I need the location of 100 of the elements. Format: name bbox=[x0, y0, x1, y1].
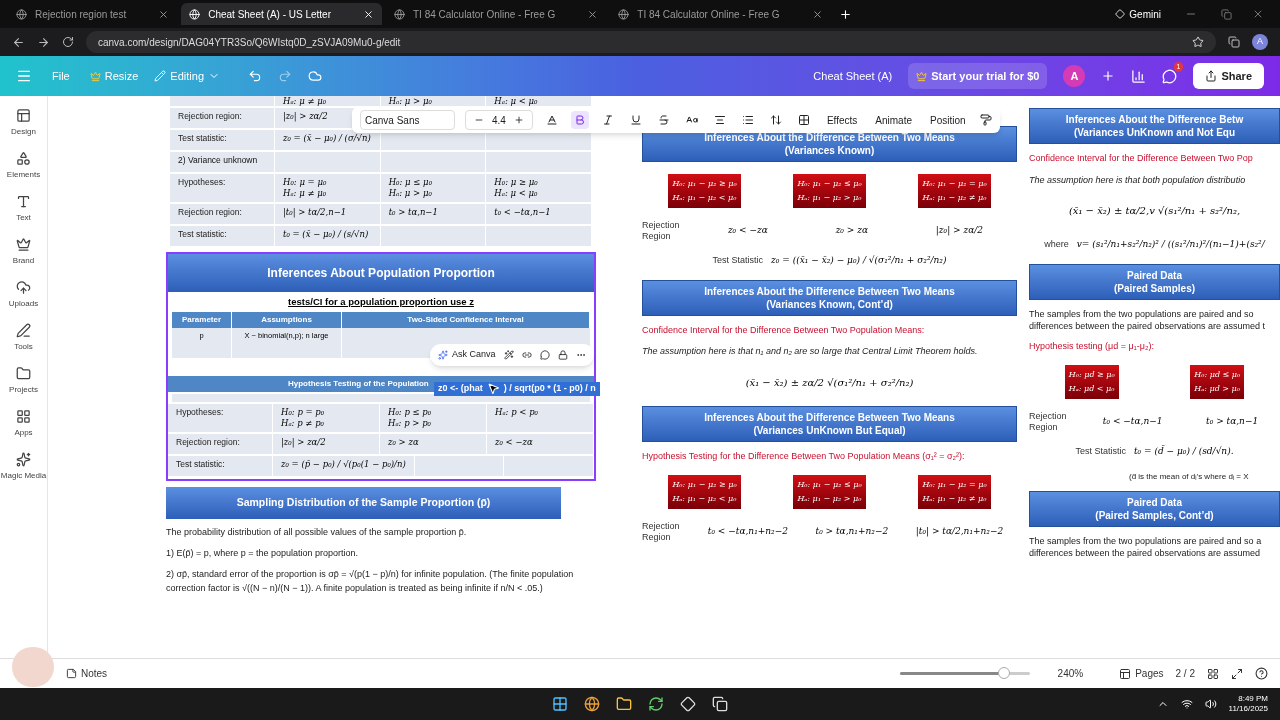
volume-icon[interactable] bbox=[1204, 698, 1217, 710]
lock-icon[interactable] bbox=[557, 350, 568, 360]
table-cell: z₀ > zα bbox=[380, 434, 487, 455]
user-avatar[interactable]: A bbox=[1063, 65, 1086, 87]
selected-text[interactable]: ) / sqrt(p0 * (1 - p0) / n bbox=[499, 382, 600, 396]
row-label: Rejection region: bbox=[168, 434, 273, 455]
body-text: 1) E(p̄) = p, where p = the population proportion. bbox=[166, 547, 360, 560]
rejection-formula: z₀ < −zα bbox=[727, 224, 768, 238]
restore-icon[interactable] bbox=[1221, 8, 1232, 20]
toolbar-action[interactable]: Position bbox=[926, 112, 970, 128]
hypothesis-box: H₀: μd ≤ μ₀ Hₐ: μd > μ₀ bbox=[1190, 365, 1245, 399]
sidebar-item[interactable]: Design bbox=[11, 108, 36, 138]
browser-tab[interactable]: TI 84 Calculator Online - Free G bbox=[386, 3, 607, 25]
sidebar-item[interactable]: Projects bbox=[9, 366, 38, 396]
column-header: Assumptions bbox=[232, 312, 342, 329]
close-icon[interactable] bbox=[587, 8, 599, 20]
sidebar-item[interactable]: Apps bbox=[14, 409, 33, 439]
letter-case-icon bbox=[685, 114, 698, 126]
table-cell: z₀ = (x̄ − μ₀) / (σ/√n) bbox=[275, 130, 381, 150]
hypothesis-box: H₀: μ₁ − μ₂ ≥ μ₀ Hₐ: μ₁ − μ₂ < μ₀ bbox=[668, 475, 741, 509]
app-icon[interactable] bbox=[680, 696, 696, 712]
link-icon[interactable] bbox=[521, 350, 532, 360]
sidebar-item[interactable]: Uploads bbox=[8, 280, 39, 310]
cloud-icon[interactable] bbox=[308, 69, 322, 83]
sidebar-item[interactable]: Elements bbox=[6, 151, 41, 181]
text-icon bbox=[16, 194, 31, 209]
close-icon[interactable] bbox=[158, 8, 170, 20]
ask-canva-button[interactable]: Ask Canva bbox=[438, 348, 496, 362]
undo-icon[interactable] bbox=[248, 69, 262, 83]
text-color-icon bbox=[545, 114, 558, 126]
rejection-label: Rejection Region bbox=[642, 220, 681, 242]
trial-button[interactable]: Start your trial for $0 bbox=[908, 62, 1048, 90]
reload-icon[interactable] bbox=[62, 36, 74, 48]
hypothesis-box: H₀: μ₁ − μ₂ ≤ μ₀ Hₐ: μ₁ − μ₂ > μ₀ bbox=[793, 475, 866, 509]
wand-icon[interactable] bbox=[503, 350, 514, 360]
table-cell: Hₐ: μ < μ₀ bbox=[486, 96, 592, 106]
shapes-icon bbox=[16, 151, 31, 166]
selected-text[interactable]: z0 <- (phat bbox=[434, 382, 487, 396]
address-bar[interactable]: canva.com/design/DAG04YTR3So/Q6WIstq0D_zSVJA09Mu0-g/edit bbox=[86, 31, 1216, 53]
forward-icon[interactable] bbox=[37, 35, 50, 49]
browser-tab[interactable]: Cheat Sheet (A) - US Letter bbox=[181, 3, 382, 25]
taskbar-clock[interactable]: 8:49 PM 11/16/2025 bbox=[1228, 694, 1268, 714]
app-icon[interactable] bbox=[648, 696, 664, 712]
back-icon[interactable] bbox=[12, 35, 25, 49]
section-subtitle: Hypothesis Testing for the Difference Between Two Population Means (σ₁² = σ₂²): bbox=[642, 449, 966, 463]
section-header: Inferences About the Difference Betw (Variances UnKnown and Not Equ bbox=[1029, 108, 1280, 144]
close-icon[interactable] bbox=[363, 8, 374, 20]
statistic-formula: v= (s₁²/n₁+s₂²/n₂)² / ((s₁²/n₁)²/(n₁−1)+(s₂²/ bbox=[1076, 238, 1265, 251]
grid-icon bbox=[16, 409, 31, 424]
fullscreen-icon[interactable] bbox=[1231, 667, 1243, 680]
table-cell: z₀ < −zα bbox=[487, 434, 594, 455]
zoom-level[interactable]: 240% bbox=[1057, 666, 1084, 681]
align-center-icon bbox=[713, 114, 726, 126]
sidebar-item[interactable]: Tools bbox=[14, 323, 33, 353]
table-cell: Hₐ: μ ≠ μ₀ bbox=[275, 96, 381, 106]
comment-icon[interactable] bbox=[539, 350, 550, 360]
bar-chart-icon[interactable] bbox=[1131, 68, 1147, 84]
folder-icon[interactable] bbox=[616, 696, 632, 712]
tab-favicon-icon bbox=[394, 8, 405, 20]
close-icon[interactable] bbox=[811, 8, 823, 20]
rejection-formula: t₀ < −tα,n₁+n₂−2 bbox=[707, 525, 788, 539]
selected-text-frame[interactable] bbox=[166, 252, 596, 482]
share-button[interactable]: Share bbox=[1193, 62, 1264, 90]
sidebar-item[interactable]: Text bbox=[16, 194, 31, 224]
tab-search-icon[interactable] bbox=[1228, 36, 1240, 48]
document-title[interactable]: Cheat Sheet (A) bbox=[813, 67, 893, 85]
help-icon[interactable] bbox=[1255, 667, 1268, 680]
crown-icon bbox=[16, 237, 31, 252]
browser-tab[interactable]: Rejection region test bbox=[8, 3, 178, 25]
app-icon[interactable] bbox=[712, 696, 728, 712]
star-icon[interactable] bbox=[1192, 36, 1204, 48]
new-tab-icon[interactable] bbox=[838, 7, 852, 21]
zoom-slider-thumb[interactable] bbox=[997, 667, 1010, 679]
gemini-button[interactable]: Gemini bbox=[1107, 6, 1169, 22]
pages-button[interactable]: Pages bbox=[1119, 666, 1164, 681]
sidebar-item[interactable]: Brand bbox=[12, 237, 35, 267]
statistic-label: Test Statistic bbox=[712, 254, 764, 267]
layout-icon bbox=[16, 108, 31, 123]
body-text: The probability distribution of all possible values of the sample proportion p̄. bbox=[166, 526, 468, 539]
paint-roller-icon[interactable] bbox=[979, 114, 992, 126]
font-dropdown[interactable]: Canva Sans bbox=[360, 110, 455, 130]
rejection-label: Rejection Region bbox=[1029, 411, 1068, 433]
grid-view-icon[interactable] bbox=[1207, 667, 1219, 680]
browser-icon[interactable] bbox=[584, 696, 600, 712]
section-header: Inferences About the Difference Between Two Means (Variances Known, Cont’d) bbox=[642, 279, 1017, 316]
list-icon bbox=[741, 114, 754, 126]
notes-button[interactable]: Notes bbox=[66, 666, 108, 681]
wifi-icon[interactable] bbox=[1180, 698, 1193, 710]
add-icon[interactable] bbox=[1101, 69, 1116, 83]
toolbar-action[interactable]: Effects bbox=[822, 112, 862, 128]
table-cell: |t₀| > tα/2,n−1 bbox=[275, 204, 381, 224]
table-cell: H₀: p ≤ p₀ Hₐ: p > p₀ bbox=[380, 404, 487, 433]
start-icon[interactable] bbox=[552, 696, 568, 712]
browser-tab[interactable]: TI 84 Calculator Online - Free G bbox=[610, 3, 831, 25]
rejection-formula: |z₀| > zα/2 bbox=[935, 224, 984, 238]
toolbar-action[interactable]: Animate bbox=[871, 112, 916, 128]
sidebar-item[interactable]: Magic Media bbox=[0, 452, 47, 482]
folder-icon bbox=[16, 366, 31, 381]
statistic-label: where bbox=[1044, 238, 1069, 251]
row-label: Test statistic: bbox=[170, 226, 275, 246]
